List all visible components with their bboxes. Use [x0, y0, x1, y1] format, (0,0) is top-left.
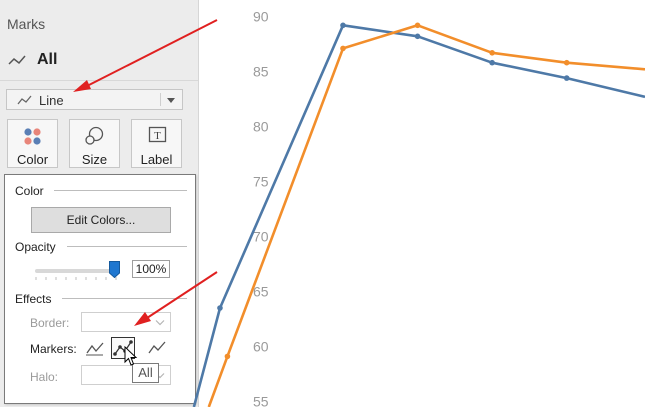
y-tick-label: 80: [253, 119, 269, 135]
data-point-marker: [340, 45, 346, 52]
data-point-marker: [414, 33, 421, 40]
y-tick-label: 60: [253, 339, 269, 355]
data-point-marker: [489, 50, 495, 56]
data-point-marker: [224, 353, 231, 360]
line-chart: 55 60 65 70 75 80 85 90: [192, 9, 645, 407]
data-point-marker: [340, 22, 346, 29]
y-tick-label: 90: [253, 9, 269, 25]
data-point-marker: [217, 305, 223, 311]
series-line: [207, 23, 645, 407]
y-tick-label: 85: [253, 64, 269, 80]
y-tick-label: 65: [253, 284, 269, 300]
data-point-marker: [489, 59, 495, 66]
y-tick-label: 55: [253, 394, 269, 407]
data-point-marker: [414, 22, 421, 29]
data-point-marker: [563, 59, 570, 66]
y-tick-label: 75: [253, 174, 269, 190]
data-point-marker: [563, 75, 570, 81]
y-tick-label: 70: [253, 229, 269, 245]
